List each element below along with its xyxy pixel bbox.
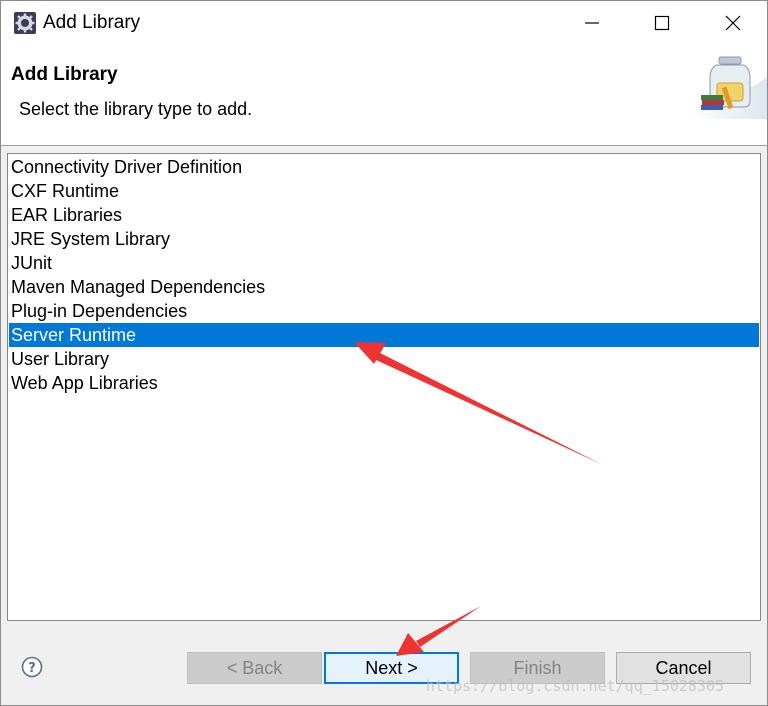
window-title: Add Library: [43, 12, 141, 33]
list-item[interactable]: EAR Libraries: [9, 203, 759, 227]
list-item[interactable]: Maven Managed Dependencies: [9, 275, 759, 299]
library-type-list[interactable]: Connectivity Driver Definition CXF Runti…: [7, 153, 761, 621]
list-item[interactable]: User Library: [9, 347, 759, 371]
close-icon: [725, 15, 741, 31]
eclipse-gear-icon: [14, 12, 36, 34]
help-question-icon[interactable]: ?: [21, 656, 43, 678]
minimize-button[interactable]: [569, 1, 615, 45]
list-item[interactable]: Connectivity Driver Definition: [9, 155, 759, 179]
list-item-selected[interactable]: Server Runtime: [9, 323, 759, 347]
watermark-text: https://blog.csdn.net/qq_15028305: [426, 677, 725, 695]
svg-text:?: ?: [28, 661, 36, 676]
list-item[interactable]: Web App Libraries: [9, 371, 759, 395]
wizard-header: Add Library Select the library type to a…: [1, 45, 767, 146]
add-library-dialog: Add Library Add Library Select the libra…: [0, 0, 768, 706]
maximize-button[interactable]: [639, 1, 685, 45]
maximize-icon: [654, 15, 670, 31]
list-item[interactable]: JRE System Library: [9, 227, 759, 251]
minimize-icon: [585, 22, 599, 24]
library-jar-books-icon: [691, 56, 767, 119]
page-description: Select the library type to add.: [19, 99, 253, 119]
title-bar: Add Library: [1, 1, 767, 45]
back-button[interactable]: < Back: [187, 652, 322, 684]
list-item[interactable]: CXF Runtime: [9, 179, 759, 203]
page-title: Add Library: [11, 64, 118, 85]
list-item[interactable]: JUnit: [9, 251, 759, 275]
close-button[interactable]: [710, 1, 756, 45]
list-item[interactable]: Plug-in Dependencies: [9, 299, 759, 323]
